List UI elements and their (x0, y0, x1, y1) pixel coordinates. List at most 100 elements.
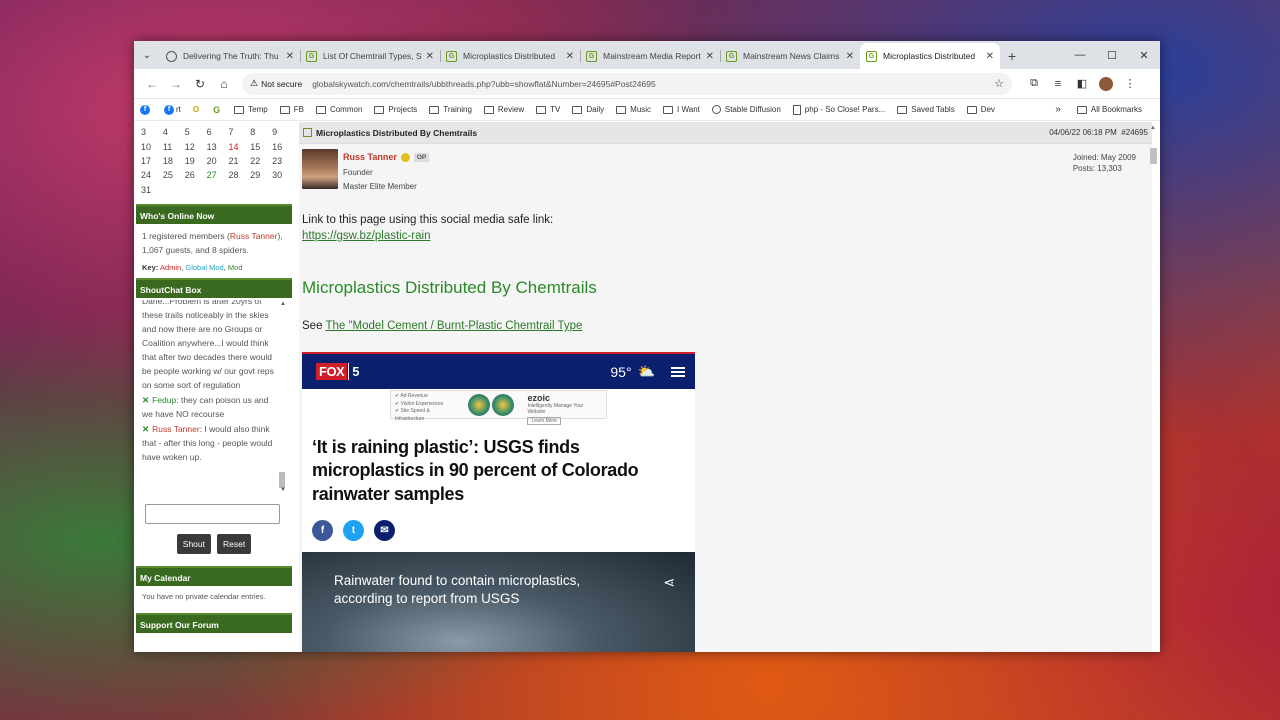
calendar-day[interactable]: 26 (185, 170, 207, 180)
twitter-share-icon[interactable]: t (343, 520, 364, 541)
tab-2[interactable]: G List Of Chemtrail Types, Sy ✕ (300, 43, 440, 69)
bookmark-folder-daily[interactable]: Daily (572, 105, 604, 114)
author-name-link[interactable]: Russ Tanner (343, 152, 397, 162)
bookmark-folder-review[interactable]: Review (483, 105, 524, 114)
hamburger-menu-icon[interactable] (671, 366, 685, 377)
side-panel-icon[interactable]: ◧ (1070, 77, 1094, 91)
shout-author[interactable]: Russ Tanner (152, 424, 200, 434)
bookmark-folder-music[interactable]: Music (616, 105, 651, 114)
calendar-day[interactable]: 28 (228, 170, 250, 180)
weather[interactable]: 95° ⛅ (610, 363, 655, 380)
extensions-icon[interactable]: ⧉ (1022, 77, 1046, 91)
minimize-icon[interactable]: — (1064, 41, 1096, 69)
ad-learn-more-button[interactable]: Learn More (527, 417, 562, 425)
bookmark-star-icon[interactable]: ☆ (994, 77, 1004, 90)
bookmark-php[interactable]: php - So Close! Pars... (792, 104, 885, 115)
tab-1[interactable]: Delivering The Truth: Thu ✕ (160, 43, 300, 69)
post-number-link[interactable]: #24695 (1121, 128, 1148, 137)
calendar-day[interactable]: 12 (185, 142, 207, 152)
video-player[interactable]: Rainwater found to contain microplastics… (302, 552, 695, 652)
online-member-link[interactable]: Russ Tanner (230, 231, 278, 241)
scroll-down-icon[interactable]: ▼ (280, 486, 286, 496)
bookmark-folder-dev[interactable]: Dev (966, 105, 995, 114)
shout-input[interactable] (145, 504, 280, 525)
close-icon[interactable]: ✕ (986, 51, 994, 62)
shout-button[interactable]: Shout (176, 534, 211, 555)
calendar-day[interactable]: 8 (250, 127, 272, 137)
calendar-day[interactable]: 7 (228, 127, 250, 137)
forward-icon[interactable]: → (164, 72, 188, 96)
shout-author[interactable]: Fedup (152, 395, 176, 405)
close-icon[interactable]: ✕ (286, 51, 294, 62)
calendar-day[interactable]: 6 (207, 127, 229, 137)
scroll-thumb[interactable] (1150, 148, 1157, 164)
security-label[interactable]: Not secure (261, 79, 302, 89)
reload-icon[interactable]: ↻ (188, 72, 212, 96)
calendar-day[interactable]: 24 (141, 170, 163, 180)
tab-5[interactable]: G Mainstream News Claims ✕ (720, 43, 860, 69)
close-icon[interactable]: ✕ (566, 51, 574, 62)
calendar-day[interactable]: 30 (272, 170, 294, 180)
close-window-icon[interactable]: ✕ (1128, 41, 1160, 69)
calendar-day[interactable]: 22 (250, 156, 272, 166)
tab-3[interactable]: G Microplastics Distributed ✕ (440, 43, 580, 69)
calendar-day[interactable]: 19 (185, 156, 207, 166)
bookmark-stable-diffusion[interactable]: Stable Diffusion (711, 105, 781, 114)
reset-button[interactable]: Reset (217, 534, 252, 555)
bookmark-folder-projects[interactable]: Projects (374, 105, 417, 114)
close-icon[interactable]: ✕ (706, 51, 714, 62)
media-controls-icon[interactable]: ≡ (1046, 77, 1070, 91)
ezoic-ad[interactable]: ✔ Ad Revenue ✔ Visitor Experiences ✔ Sit… (390, 390, 607, 425)
maximize-icon[interactable]: ☐ (1096, 41, 1128, 69)
menu-kebab-icon[interactable]: ⋮ (1118, 77, 1142, 91)
back-icon[interactable]: ← (140, 72, 164, 96)
calendar-day[interactable]: 4 (163, 127, 185, 137)
url-text[interactable]: globalskywatch.com/chemtrails/ubbthreads… (312, 79, 994, 89)
bookmark-facebook-rt[interactable]: f rt (164, 104, 181, 115)
calendar-day[interactable]: 11 (163, 142, 185, 152)
calendar-day[interactable]: 20 (207, 156, 229, 166)
scroll-up-icon[interactable]: ▲ (1150, 125, 1156, 131)
calendar-day[interactable]: 10 (141, 142, 163, 152)
address-bar[interactable]: ⚠ Not secure globalskywatch.com/chemtrai… (242, 72, 1012, 95)
bookmark-folder-training[interactable]: Training (429, 105, 472, 114)
bookmark-o[interactable]: O (193, 105, 201, 114)
short-link[interactable]: https://gsw.bz/plastic-rain (302, 230, 1149, 242)
new-tab-button[interactable]: + (1000, 43, 1024, 69)
calendar-day[interactable]: 5 (185, 127, 207, 137)
email-share-icon[interactable]: ✉ (374, 520, 395, 541)
home-icon[interactable]: ⌂ (212, 72, 236, 96)
bookmark-folder-common[interactable]: Common (315, 105, 362, 114)
calendar-day[interactable]: 13 (207, 142, 229, 152)
calendar-day[interactable]: 16 (272, 142, 294, 152)
shoutchat-scrollbar[interactable]: ▲ ▼ (278, 300, 286, 496)
bookmark-folder-saved-tabls[interactable]: Saved Tabls (897, 105, 955, 114)
tab-search-chevron-icon[interactable]: ⌄ (134, 41, 160, 69)
see-also-link[interactable]: The "Model Cement / Burnt-Plastic Chemtr… (325, 320, 582, 332)
calendar-day[interactable]: 29 (250, 170, 272, 180)
tab-4[interactable]: G Mainstream Media Report ✕ (580, 43, 720, 69)
bookmark-folder-fb[interactable]: FB (279, 105, 304, 114)
profile-avatar[interactable] (1099, 76, 1113, 91)
all-bookmarks[interactable]: All Bookmarks (1076, 105, 1142, 114)
facebook-share-icon[interactable]: f (312, 520, 333, 541)
scroll-up-icon[interactable]: ▲ (280, 300, 286, 310)
share-icon[interactable]: ⋖ (663, 574, 675, 591)
tab-6-active[interactable]: G Microplastics Distributed ✕ (860, 43, 1000, 69)
bookmark-facebook[interactable]: f (140, 104, 152, 115)
calendar-day[interactable]: 31 (141, 185, 164, 195)
page-scrollbar[interactable]: ▲ (1148, 122, 1158, 652)
calendar-day[interactable]: 9 (272, 127, 294, 137)
calendar-day[interactable]: 25 (163, 170, 185, 180)
calendar-day-event[interactable]: 27 (207, 170, 229, 180)
calendar-day[interactable]: 23 (272, 156, 294, 166)
bookmark-folder-temp[interactable]: Temp (234, 105, 268, 114)
bookmark-folder-i-want[interactable]: I Want (663, 105, 700, 114)
calendar-day[interactable]: 3 (141, 127, 163, 137)
calendar-day-today[interactable]: 14 (228, 142, 250, 152)
bookmark-folder-tv[interactable]: TV (536, 105, 560, 114)
close-icon[interactable]: ✕ (426, 51, 434, 62)
calendar-day[interactable]: 17 (141, 156, 163, 166)
avatar[interactable] (302, 149, 338, 189)
more-bookmarks-chevron-icon[interactable]: » (1055, 104, 1061, 115)
